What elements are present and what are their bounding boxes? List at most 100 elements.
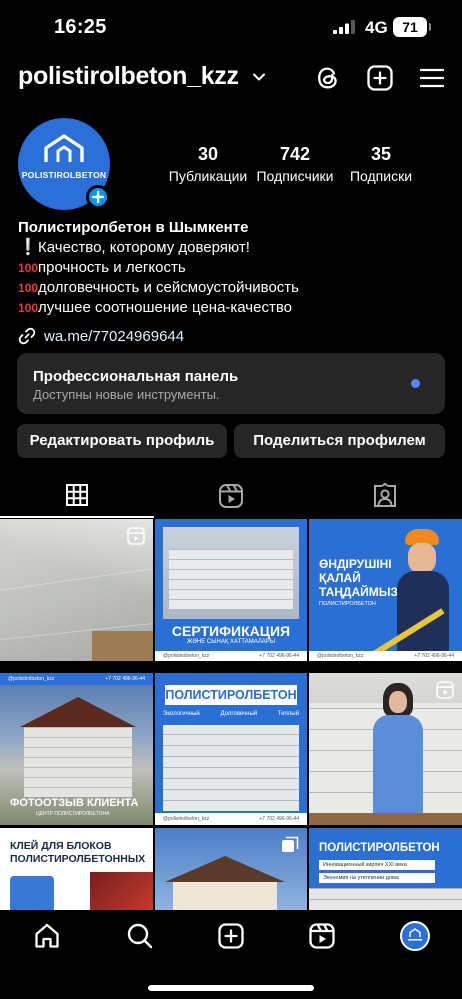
bio-line: 100долговечность и сейсмоустойчивость xyxy=(18,278,448,298)
bio-line-text: Качество, которому доверяют! xyxy=(38,239,250,256)
stat-label: Подписки xyxy=(349,168,413,184)
post-caption: ПОЛИСТИРОЛБЕТОН xyxy=(165,688,297,702)
post-tags: Экологичный Долговечный Теплый xyxy=(163,711,299,717)
post-tag: Долговечный xyxy=(220,711,258,717)
post-footer: @polistirolbeton_kzz +7 702 496-96-44 xyxy=(155,813,307,825)
post-footer: @polistirolbeton_kzz +7 702 496-96-44 xyxy=(309,651,462,661)
bio-line: 100прочность и легкость xyxy=(18,258,448,278)
post-subcaption: ЦЕНТР ПОЛИСТИРОЛБЕТОНА xyxy=(36,811,110,817)
hundred-points-icon: 100 xyxy=(18,301,39,315)
post-tile[interactable]: @polistirolbeton_kzz +7 702 496-96-44 ФОТ… xyxy=(0,673,153,825)
profile-nav-avatar[interactable] xyxy=(400,921,430,951)
post-tag: Инновационный кирпич XXI века xyxy=(319,860,435,870)
link-url[interactable]: wa.me/77024969644 xyxy=(44,328,184,345)
house-wall xyxy=(173,882,277,910)
chevron-down-icon[interactable] xyxy=(252,70,266,84)
create-post-icon[interactable] xyxy=(366,64,394,92)
post-caption: КЛЕЙ ДЛЯ БЛОКОВ ПОЛИСТИРОЛБЕТОННЫХ xyxy=(10,840,145,866)
post-caption: ӨНДІРУШІНІ ҚАЛАЙ ТАҢДАЙМЫЗ? xyxy=(319,557,405,599)
panel-title: Профессиональная панель xyxy=(33,368,239,385)
post-tile[interactable] xyxy=(309,673,462,825)
post-image xyxy=(309,888,462,910)
tab-tagged[interactable] xyxy=(308,483,462,519)
grid-icon xyxy=(66,484,88,506)
hundred-points-icon: 100 xyxy=(18,261,39,275)
stat-following[interactable]: 35 Подписки xyxy=(342,144,420,184)
post-header-strip: @polistirolbeton_kzz +7 702 496-96-44 xyxy=(0,673,153,685)
share-profile-button[interactable]: Поделиться профилем xyxy=(234,424,445,458)
hundred-points-icon: 100 xyxy=(18,281,39,295)
post-badge: ПОЛИСТИРОЛБЕТОН xyxy=(319,601,376,607)
post-subcaption: ЖӘНЕ СЫНАҚ ХАТТАМАЛАРЫ xyxy=(186,639,276,645)
signal-icon xyxy=(333,20,355,34)
post-tag: Экономия на утеплении дома xyxy=(319,873,435,883)
stat-followers[interactable]: 742 Подписчики xyxy=(252,144,338,184)
post-tile[interactable]: ПОЛИСТИРОЛБЕТОН Инновационный кирпич XXI… xyxy=(309,828,462,910)
home-icon[interactable] xyxy=(33,922,61,950)
reel-badge-icon xyxy=(436,681,454,699)
tab-reels[interactable] xyxy=(154,483,308,519)
post-image xyxy=(163,725,299,811)
network-label: 4G xyxy=(365,18,388,37)
create-icon[interactable] xyxy=(217,922,245,950)
bio-link[interactable]: wa.me/77024969644 xyxy=(18,326,184,346)
stat-value: 30 xyxy=(197,144,219,164)
woman-face xyxy=(389,691,407,713)
post-tile[interactable]: ПОЛИСТИРОЛБЕТОН Экологичный Долговечный … xyxy=(155,673,307,825)
bio-line-text: долговечность и сейсмоустойчивость xyxy=(38,279,299,296)
pallet-wood xyxy=(92,631,153,661)
house-roof xyxy=(20,697,136,727)
profile-stats: 30 Публикации 742 Подписчики 35 Подписки xyxy=(164,144,454,188)
post-handle: @polistirolbeton_kzz xyxy=(317,653,364,659)
exclamation-icon: ❕ xyxy=(18,239,38,256)
post-tile[interactable] xyxy=(155,828,307,910)
stat-label: Публикации xyxy=(168,168,248,184)
plus-icon xyxy=(91,190,105,204)
panel-subtitle: Доступны новые инструменты. xyxy=(33,387,220,402)
post-tile[interactable]: КЛЕЙ ДЛЯ БЛОКОВ ПОЛИСТИРОЛБЕТОННЫХ xyxy=(0,828,153,910)
home-indicator xyxy=(148,985,314,991)
post-image xyxy=(90,872,153,910)
battery-icon: 71 xyxy=(393,17,431,37)
add-story-button[interactable] xyxy=(86,185,110,209)
professional-dashboard[interactable]: Профессиональная панель Доступны новые и… xyxy=(17,353,445,414)
post-caption: ПОЛИСТИРОЛБЕТОН xyxy=(319,842,440,854)
post-caption: ФОТООТЗЫВ КЛИЕНТА xyxy=(10,797,139,809)
woman-shirt xyxy=(373,715,423,813)
post-tag: Экологичный xyxy=(163,711,200,717)
menu-icon[interactable] xyxy=(418,64,446,92)
stat-posts[interactable]: 30 Публикации xyxy=(164,144,252,184)
post-handle: @polistirolbeton_kzz xyxy=(163,653,210,659)
post-handle: @polistirolbeton_kzz xyxy=(8,676,55,682)
notification-dot xyxy=(411,379,420,388)
post-tile[interactable] xyxy=(0,519,153,661)
house-wall xyxy=(24,727,132,797)
post-phone: +7 702 496-96-44 xyxy=(259,816,299,822)
search-icon[interactable] xyxy=(126,922,154,950)
stat-value: 35 xyxy=(370,144,392,164)
threads-icon[interactable] xyxy=(314,64,342,92)
status-bar: 16:25 4G 71 xyxy=(0,0,462,54)
post-footer: @polistirolbeton_kzz +7 702 496-96-44 xyxy=(155,651,307,661)
account-username[interactable]: polistirolbeton_kzz xyxy=(18,62,239,91)
profile-bio: Полистиролбетон в Шымкенте ❕Качество, ко… xyxy=(18,218,448,318)
stat-value: 742 xyxy=(279,144,311,164)
bio-line: ❕Качество, которому доверяют! xyxy=(18,238,448,258)
bio-line: 100лучшее соотношение цена-качество xyxy=(18,298,448,318)
link-icon xyxy=(18,327,36,345)
post-phone: +7 702 496-96-44 xyxy=(105,676,145,682)
post-image xyxy=(163,527,299,619)
edit-profile-button[interactable]: Редактировать профиль xyxy=(17,424,227,458)
post-phone: +7 702 496-96-44 xyxy=(259,653,299,659)
block-stacks xyxy=(169,549,293,609)
status-time: 16:25 xyxy=(54,16,107,38)
post-tile[interactable]: СЕРТИФИКАЦИЯ ЖӘНЕ СЫНАҚ ХАТТАМАЛАРЫ @pol… xyxy=(155,519,307,661)
reel-badge-icon xyxy=(127,527,145,545)
multi-post-icon xyxy=(282,836,299,852)
reels-icon[interactable] xyxy=(308,922,336,950)
bottom-nav xyxy=(0,910,462,999)
tab-posts-grid[interactable] xyxy=(0,483,154,519)
bio-line-text: прочность и легкость xyxy=(38,259,186,276)
post-tile[interactable]: ӨНДІРУШІНІ ҚАЛАЙ ТАҢДАЙМЫЗ? ПОЛИСТИРОЛБЕ… xyxy=(309,519,462,661)
stat-label: Подписчики xyxy=(256,168,334,184)
